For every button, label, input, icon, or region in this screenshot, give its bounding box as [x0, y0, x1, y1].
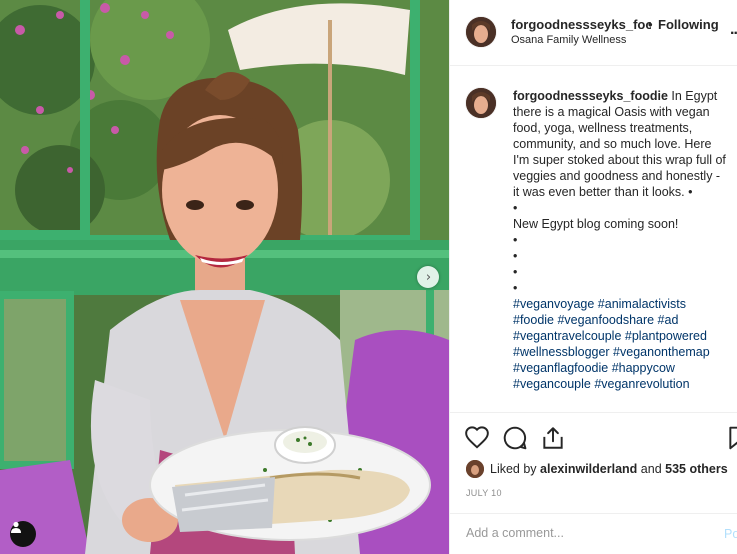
save-button[interactable] [726, 425, 737, 451]
caption-body: In Egypt there is a magical Oasis with v… [513, 89, 726, 199]
caption-section: forgoodnessseyks_foodie In Egypt there i… [450, 66, 737, 412]
caption-line: • [513, 249, 518, 263]
liker-avatar[interactable] [466, 460, 484, 478]
next-image-button[interactable]: › [417, 266, 439, 288]
caption-author-avatar[interactable] [466, 88, 496, 118]
liked-by-prefix: Liked by [490, 462, 537, 476]
caption-line: • [513, 265, 518, 279]
following-button[interactable]: Following [658, 17, 719, 32]
chevron-right-icon: › [425, 269, 432, 285]
post-photo[interactable]: › [0, 0, 449, 554]
caption-username-link[interactable]: forgoodnessseyks_foodie [513, 89, 668, 103]
comment-button[interactable] [502, 425, 528, 451]
liker-username-link[interactable]: alexinwilderland [540, 462, 637, 476]
post-details-panel: forgoodnessseyks_foodie • Following Osan… [449, 0, 737, 554]
heart-icon [465, 426, 489, 449]
hashtag-links[interactable]: #veganvoyage #animalactivists #foodie #v… [513, 296, 727, 392]
author-avatar[interactable] [466, 17, 496, 47]
more-options-icon[interactable]: ... [730, 21, 737, 39]
likes-summary: Liked by alexinwilderland and 535 others [466, 460, 728, 478]
post-date[interactable]: JULY 10 [466, 488, 502, 498]
share-button[interactable] [540, 425, 566, 451]
likes-others-link[interactable]: 535 others [665, 462, 728, 476]
user-tag-icon [11, 521, 21, 533]
photo-image [0, 0, 449, 554]
post-actions: Liked by alexinwilderland and 535 others… [450, 412, 737, 554]
comment-icon [503, 426, 527, 450]
likes-and: and [640, 462, 662, 476]
caption-line: New Egypt blog coming soon! [513, 217, 679, 231]
comment-form: Post [450, 513, 737, 554]
location-link[interactable]: Osana Family Wellness [511, 34, 626, 46]
caption-line: • [513, 233, 518, 247]
post-header: forgoodnessseyks_foodie • Following Osan… [450, 0, 737, 66]
follow-separator: • [648, 17, 653, 32]
tagged-users-button[interactable] [10, 521, 36, 547]
caption-text: forgoodnessseyks_foodie In Egypt there i… [513, 88, 727, 392]
post-comment-button[interactable]: Post [724, 527, 737, 541]
caption-line: • [513, 281, 518, 295]
comment-input[interactable] [466, 526, 706, 540]
bookmark-icon [729, 426, 737, 450]
like-button[interactable] [464, 425, 490, 451]
share-icon [543, 427, 563, 449]
author-username-link[interactable]: forgoodnessseyks_foodie [511, 17, 651, 32]
caption-line: • [513, 201, 518, 215]
